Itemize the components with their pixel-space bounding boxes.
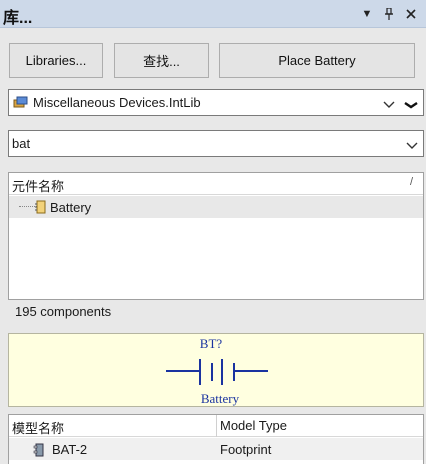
model-name-cell: BAT-2 bbox=[52, 442, 88, 457]
component-list-header[interactable]: 元件名称 / bbox=[9, 173, 423, 195]
footprint-icon bbox=[33, 443, 47, 460]
chevron-down-icon[interactable] bbox=[406, 138, 418, 153]
filter-input-value: bat bbox=[12, 136, 31, 151]
search-button[interactable]: 查找... bbox=[114, 43, 209, 78]
panel-titlebar: 库... ▼ bbox=[0, 0, 426, 28]
model-type-column-header[interactable]: Model Type bbox=[220, 418, 287, 433]
close-icon[interactable] bbox=[400, 5, 422, 23]
library-icon bbox=[13, 96, 29, 113]
symbol-preview: BT? Battery bbox=[8, 333, 424, 407]
model-list-header: 模型名称 Model Type bbox=[9, 415, 423, 437]
model-list[interactable]: 模型名称 Model Type BAT-2 Footprint bbox=[8, 414, 424, 464]
list-item[interactable]: Battery bbox=[9, 196, 423, 218]
filter-input[interactable]: bat bbox=[8, 130, 424, 157]
titlebar-controls: ▼ bbox=[356, 5, 422, 23]
chevron-down-icon[interactable] bbox=[383, 97, 395, 112]
component-icon bbox=[35, 200, 47, 217]
library-select-value: Miscellaneous Devices.IntLib bbox=[33, 95, 201, 110]
libraries-button[interactable]: Libraries... bbox=[9, 43, 103, 78]
component-count: 195 components bbox=[15, 304, 112, 319]
symbol-designator: BT? bbox=[200, 336, 223, 351]
panel-title: 库... bbox=[3, 10, 33, 27]
library-menu-icon[interactable] bbox=[404, 97, 418, 112]
component-name-column-header: 元件名称 bbox=[12, 179, 65, 194]
dropdown-triangle-icon[interactable]: ▼ bbox=[356, 5, 378, 23]
library-select[interactable]: Miscellaneous Devices.IntLib bbox=[8, 89, 424, 116]
column-divider[interactable] bbox=[216, 415, 217, 437]
table-row[interactable]: BAT-2 Footprint bbox=[9, 438, 423, 460]
battery-symbol: BT? Battery bbox=[166, 336, 268, 406]
model-name-column-header[interactable]: 模型名称 bbox=[12, 418, 64, 437]
component-name: Battery bbox=[50, 200, 92, 215]
sort-indicator-icon: / bbox=[409, 176, 413, 188]
pin-icon[interactable] bbox=[378, 5, 400, 23]
component-list[interactable]: 元件名称 / Battery bbox=[8, 172, 424, 300]
place-component-button[interactable]: Place Battery bbox=[219, 43, 415, 78]
model-type-cell: Footprint bbox=[220, 442, 272, 457]
symbol-comment: Battery bbox=[201, 391, 240, 406]
